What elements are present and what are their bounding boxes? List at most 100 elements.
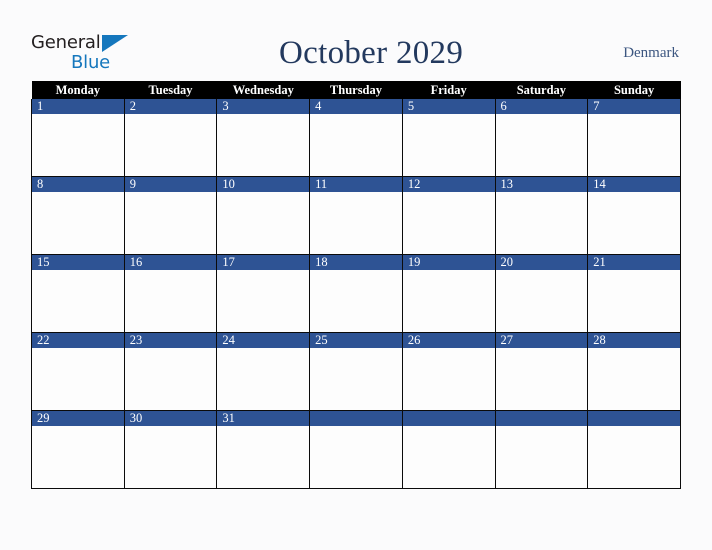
day-cell[interactable]: 31 [216, 410, 311, 489]
day-cell-empty[interactable] [587, 410, 681, 489]
day-cell-body[interactable] [403, 192, 495, 254]
day-cell-body[interactable] [588, 348, 680, 410]
day-cell[interactable]: 20 [494, 254, 589, 333]
day-cell[interactable]: 2 [123, 99, 218, 177]
day-cell-empty[interactable] [309, 410, 403, 489]
day-cell-body[interactable] [403, 270, 495, 332]
day-cell-body[interactable] [125, 348, 217, 410]
day-cell-body[interactable] [403, 114, 495, 176]
day-cell[interactable]: 22 [31, 332, 125, 411]
day-cell-body[interactable] [310, 192, 402, 254]
day-number: 8 [32, 177, 124, 192]
day-cell-body[interactable] [125, 192, 217, 254]
weekday-header-wednesday: Wednesday [216, 81, 310, 99]
day-cell-body[interactable] [217, 114, 309, 176]
blue-triangle-icon [102, 35, 128, 52]
day-cell-body[interactable] [125, 270, 217, 332]
week-row: 29 30 31 [31, 410, 681, 489]
day-cell-body[interactable] [496, 114, 588, 176]
month-calendar-grid: Monday Tuesday Wednesday Thursday Friday… [31, 81, 681, 489]
day-cell[interactable]: 19 [401, 254, 496, 333]
day-cell[interactable]: 13 [494, 176, 589, 255]
day-cell-body[interactable] [496, 192, 588, 254]
day-cell[interactable]: 16 [123, 254, 218, 333]
day-cell[interactable]: 30 [123, 410, 218, 489]
day-cell-body[interactable] [496, 348, 588, 410]
day-cell[interactable]: 14 [587, 176, 681, 255]
day-cell[interactable]: 3 [216, 99, 311, 177]
day-cell-body[interactable] [588, 426, 680, 488]
day-cell[interactable]: 7 [587, 99, 681, 177]
general-blue-logo[interactable]: General Blue [31, 29, 139, 77]
day-cell-body[interactable] [125, 426, 217, 488]
day-cell[interactable]: 9 [123, 176, 218, 255]
day-number: 14 [588, 177, 680, 192]
day-cell[interactable]: 11 [309, 176, 403, 255]
day-number: 2 [124, 99, 217, 114]
day-cell-body[interactable] [588, 192, 680, 254]
day-number: 3 [217, 99, 310, 114]
day-number: 6 [495, 99, 588, 114]
country-label: Denmark [623, 44, 679, 61]
day-cell-body[interactable] [217, 270, 309, 332]
day-cell-body[interactable] [217, 426, 309, 488]
day-cell[interactable]: 29 [31, 410, 125, 489]
day-cell[interactable]: 12 [401, 176, 496, 255]
day-cell[interactable]: 17 [216, 254, 311, 333]
calendar-page: General Blue October 2029 Denmark Monday… [0, 0, 712, 550]
day-cell-body[interactable] [125, 114, 217, 176]
week-row: 1 2 3 4 5 6 7 [31, 99, 681, 177]
day-number: 9 [124, 177, 217, 192]
day-cell[interactable]: 25 [309, 332, 403, 411]
day-number: 4 [310, 99, 402, 114]
day-cell[interactable]: 27 [494, 332, 589, 411]
day-cell[interactable]: 28 [587, 332, 681, 411]
day-number: 5 [402, 99, 495, 114]
day-cell-body[interactable] [217, 192, 309, 254]
day-cell[interactable]: 6 [494, 99, 589, 177]
day-number: 21 [588, 255, 680, 270]
day-cell-body[interactable] [403, 348, 495, 410]
day-cell-body[interactable] [310, 114, 402, 176]
day-cell-body[interactable] [403, 426, 495, 488]
day-cell-body[interactable] [496, 426, 588, 488]
weekday-header-row: Monday Tuesday Wednesday Thursday Friday… [31, 81, 681, 99]
day-cell-body[interactable] [588, 270, 680, 332]
logo-text-blue: Blue [71, 52, 111, 73]
day-cell-body[interactable] [32, 192, 124, 254]
day-cell[interactable]: 21 [587, 254, 681, 333]
day-cell-body[interactable] [32, 348, 124, 410]
day-number: 28 [588, 333, 680, 348]
day-cell-body[interactable] [310, 270, 402, 332]
day-number: 24 [217, 333, 310, 348]
day-cell[interactable]: 10 [216, 176, 311, 255]
day-cell[interactable]: 1 [31, 99, 125, 177]
day-cell[interactable]: 15 [31, 254, 125, 333]
weekday-header-friday: Friday [402, 81, 496, 99]
day-cell[interactable]: 5 [401, 99, 496, 177]
day-cell-body[interactable] [32, 114, 124, 176]
day-cell-empty[interactable] [494, 410, 589, 489]
logo-text-general: General [31, 32, 101, 53]
weekday-header-saturday: Saturday [495, 81, 588, 99]
day-number [310, 411, 402, 426]
weekday-header-thursday: Thursday [309, 81, 403, 99]
day-number: 15 [32, 255, 124, 270]
day-cell-body[interactable] [310, 348, 402, 410]
day-cell[interactable]: 18 [309, 254, 403, 333]
day-cell-body[interactable] [310, 426, 402, 488]
weekday-header-monday: Monday [31, 81, 125, 99]
day-cell[interactable]: 4 [309, 99, 403, 177]
day-cell-body[interactable] [217, 348, 309, 410]
day-cell[interactable]: 23 [123, 332, 218, 411]
page-title: October 2029 [279, 34, 464, 71]
day-cell-body[interactable] [32, 426, 124, 488]
day-cell-body[interactable] [588, 114, 680, 176]
day-cell[interactable]: 24 [216, 332, 311, 411]
day-cell[interactable]: 8 [31, 176, 125, 255]
day-number: 20 [495, 255, 588, 270]
day-cell-body[interactable] [32, 270, 124, 332]
day-cell[interactable]: 26 [401, 332, 496, 411]
day-cell-body[interactable] [496, 270, 588, 332]
day-cell-empty[interactable] [401, 410, 496, 489]
